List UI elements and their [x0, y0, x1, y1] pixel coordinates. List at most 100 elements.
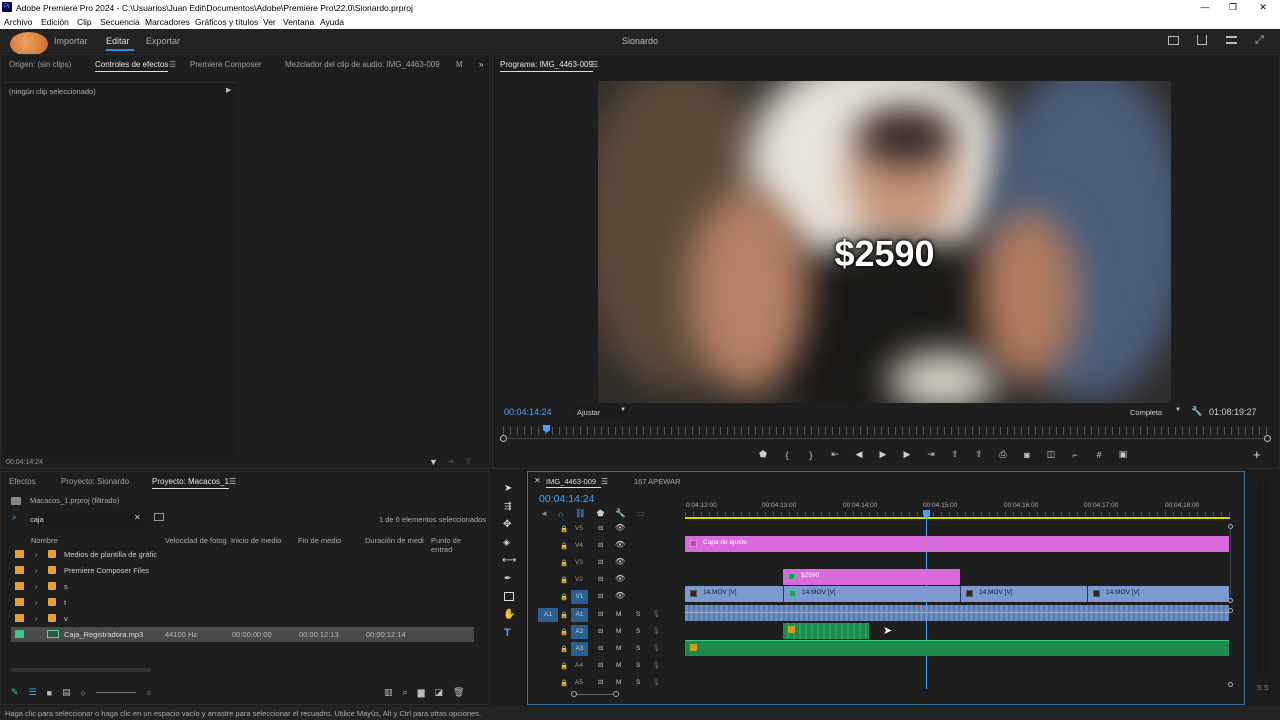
mute-icon[interactable]: M: [616, 611, 621, 618]
solo-icon[interactable]: S: [636, 611, 640, 618]
go-to-out-icon[interactable]: ⇥: [924, 449, 938, 460]
close-sequence-icon[interactable]: ✕: [534, 476, 541, 485]
sync-lock-icon[interactable]: ⊟: [598, 678, 603, 686]
menu-ventana[interactable]: Ventana: [283, 17, 314, 27]
snap-icon[interactable]: ∩: [558, 509, 564, 519]
expand-icon[interactable]: ›: [35, 550, 38, 559]
zoom-handle-left[interactable]: [500, 435, 507, 442]
mute-icon[interactable]: M: [616, 679, 621, 686]
step-forward-icon[interactable]: ▶: [900, 449, 914, 460]
mic-icon[interactable]: 🎙: [652, 678, 660, 686]
sync-lock-icon[interactable]: ⊟: [598, 644, 603, 652]
track-header-v1[interactable]: 🔒 V1 ⊟ 👁: [528, 589, 684, 605]
sync-lock-icon[interactable]: ⊟: [598, 524, 603, 532]
ripple-edit-tool-icon[interactable]: ✥: [503, 519, 511, 530]
export-frame-icon[interactable]: ⎙: [996, 449, 1010, 460]
overflow-chevron-icon[interactable]: »: [479, 60, 483, 69]
track-select-tool-icon[interactable]: ⇶: [504, 501, 512, 512]
mark-out-icon[interactable]: }: [804, 450, 818, 460]
adjustment-layer-clip[interactable]: Capa de ajuste: [685, 536, 1229, 552]
video-clip[interactable]: 14.MOV [V]: [783, 586, 960, 602]
tab-efectos[interactable]: Efectos: [9, 477, 36, 486]
track-header-v3[interactable]: 🔒 V3 ⊟ 👁: [528, 555, 684, 571]
automate-icon[interactable]: ▥: [384, 687, 393, 698]
lock-icon[interactable]: 🔒: [560, 525, 568, 533]
go-to-in-icon[interactable]: ⇤: [828, 449, 842, 460]
lock-icon[interactable]: 🔒: [560, 662, 568, 670]
expand-arrow-icon[interactable]: ▶: [226, 86, 231, 94]
slip-tool-icon[interactable]: ⟷: [502, 555, 516, 566]
menu-clip[interactable]: Clip: [77, 17, 92, 27]
solo-icon[interactable]: S: [636, 679, 640, 686]
lock-icon[interactable]: 🔒: [560, 628, 568, 636]
mark-in-icon[interactable]: {: [780, 450, 794, 460]
lock-icon[interactable]: 🔒: [560, 542, 568, 550]
maximize-button[interactable]: ❐: [1218, 0, 1248, 15]
add-marker-icon[interactable]: ⬟: [756, 449, 770, 460]
sync-lock-icon[interactable]: ⊟: [598, 661, 603, 669]
fullscreen-icon[interactable]: ⤢: [1255, 34, 1264, 47]
nest-icon[interactable]: ⫷: [542, 508, 547, 519]
track-header-v2[interactable]: 🔒 V2 ⊟ 👁: [528, 572, 684, 588]
list-item[interactable]: › Premiere Composer Files: [11, 563, 474, 578]
expand-icon[interactable]: ›: [35, 598, 38, 607]
tab-more[interactable]: M: [456, 60, 463, 69]
mic-icon[interactable]: 🎙: [652, 644, 660, 652]
icon-view-icon[interactable]: ■: [47, 688, 52, 698]
tab-editar[interactable]: Editar: [106, 36, 130, 46]
menu-marcadores[interactable]: Marcadores: [145, 17, 190, 27]
eye-icon[interactable]: 👁: [615, 523, 625, 532]
clear-search-icon[interactable]: ✕: [134, 513, 141, 522]
mic-icon[interactable]: 🎙: [652, 661, 660, 669]
sync-lock-icon[interactable]: ⊟: [598, 558, 603, 566]
play-icon[interactable]: ▶: [876, 449, 890, 460]
pencil-icon[interactable]: ✎: [11, 687, 19, 698]
minimize-button[interactable]: —: [1190, 0, 1220, 15]
menu-graficos[interactable]: Gráficos y títulos: [195, 17, 258, 27]
h-scroll-track[interactable]: [577, 694, 613, 695]
program-video-frame[interactable]: $2590: [598, 81, 1171, 403]
track-header-v5[interactable]: 🔒 V5 ⊟ 👁: [528, 521, 684, 537]
tab-premiere-composer[interactable]: Premiere Composer: [190, 60, 262, 69]
type-tool-icon[interactable]: T: [504, 627, 511, 639]
tab-proyecto-sionardo[interactable]: Proyecto: Sionardo: [61, 477, 129, 486]
solo-icon[interactable]: S: [636, 662, 640, 669]
track-header-v4[interactable]: 🔒 V4 ⊟ 👁: [528, 538, 684, 554]
step-back-icon[interactable]: ◀: [852, 449, 866, 460]
lock-icon[interactable]: 🔒: [560, 593, 568, 601]
menu-ver[interactable]: Ver: [263, 17, 276, 27]
list-item[interactable]: › Medios de plantilla de gráfic: [11, 547, 474, 562]
zoom-handle-right[interactable]: [1264, 435, 1271, 442]
rectangle-tool-icon[interactable]: [504, 592, 514, 601]
workspaces-icon[interactable]: [1168, 36, 1179, 45]
tab-importar[interactable]: Importar: [54, 36, 88, 46]
tab-proyecto-macacos[interactable]: Proyecto: Macacos_1: [152, 477, 229, 489]
source-patch-a1[interactable]: A1: [538, 608, 558, 622]
col-nombre[interactable]: Nombre: [31, 536, 58, 545]
selection-tool-icon[interactable]: ➤: [504, 483, 512, 494]
track-header-a3[interactable]: 🔒 A3 ⊟ M S 🎙: [528, 641, 684, 657]
video-clip[interactable]: 14.MOV [V]: [685, 586, 783, 602]
lock-icon[interactable]: 🔒: [560, 645, 568, 653]
solo-icon[interactable]: S: [636, 645, 640, 652]
tab-origen[interactable]: Origen: (sin clips): [9, 60, 71, 69]
razor-tool-icon[interactable]: ◈: [503, 537, 510, 548]
v-scroll-handle-bottom[interactable]: [1228, 598, 1233, 603]
horizontal-scrollbar[interactable]: [11, 668, 151, 672]
list-item[interactable]: › v: [11, 611, 474, 626]
text-clip[interactable]: $2590: [783, 569, 960, 585]
menu-ayuda[interactable]: Ayuda: [320, 17, 344, 27]
list-item[interactable]: › t: [11, 595, 474, 610]
tab-sequence-img[interactable]: IMG_4463-009: [546, 477, 596, 486]
zoom-slider[interactable]: [96, 692, 137, 693]
lock-icon[interactable]: 🔒: [560, 559, 568, 567]
audio-clip-a3[interactable]: [685, 640, 1229, 656]
timeline-ruler[interactable]: 0:04:12:00 00:04:13:00 00:04:14:00 00:04…: [685, 496, 1230, 520]
tab-programa[interactable]: Programa: IMG_4463-009: [500, 60, 593, 72]
col-velocidad[interactable]: Velocidad de fotog: [165, 536, 227, 545]
track-header-a5[interactable]: 🔒 A5 ⊟ M S 🎙: [528, 675, 684, 691]
settings-tl-icon[interactable]: 🔧: [615, 508, 626, 519]
eye-icon[interactable]: 👁: [615, 591, 625, 600]
trash-icon[interactable]: 🗑: [453, 687, 464, 698]
tab-mezclador[interactable]: Mezclador del clip de audio: IMG_4463-00…: [285, 60, 440, 69]
